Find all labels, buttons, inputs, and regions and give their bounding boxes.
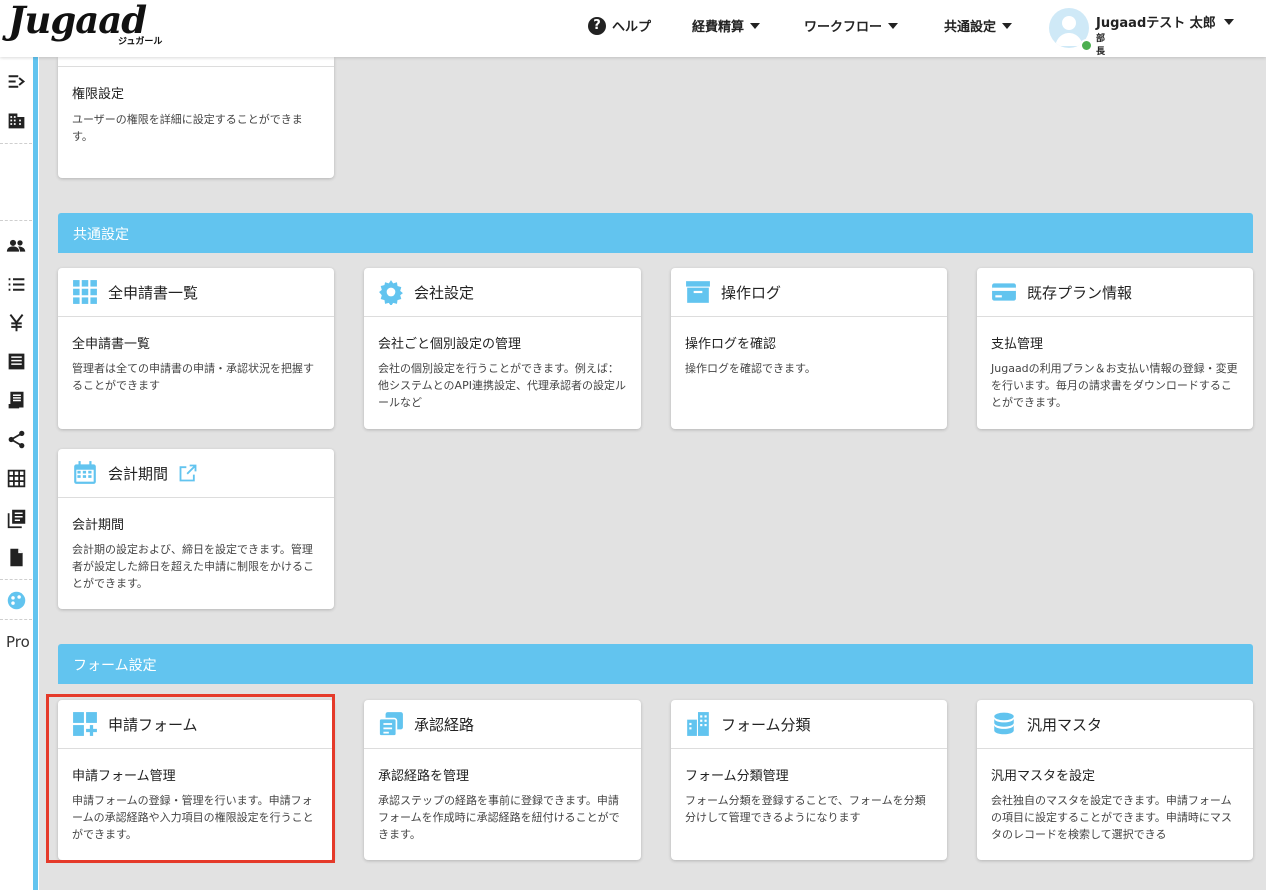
palette-icon[interactable] xyxy=(6,590,27,611)
ledger-icon[interactable] xyxy=(6,351,27,372)
permission-settings-card[interactable]: 権限設定 ユーザーの権限を詳細に設定することができます。 xyxy=(58,57,334,178)
external-link-icon[interactable] xyxy=(178,463,198,483)
user-name-label: Jugaadテスト 太郎 xyxy=(1096,16,1216,31)
card-all-applications[interactable]: 全申請書一覧 全申請書一覧 管理者は全ての申請書の申請・承認状況を把握することが… xyxy=(58,268,334,429)
receipt-icon[interactable] xyxy=(6,390,27,411)
building-icon[interactable] xyxy=(6,110,27,131)
card-company-settings[interactable]: 会社設定 会社ごと個別設定の管理 会社の個別設定を行うことができます。例えば：他… xyxy=(364,268,641,429)
card-header: フォーム分類 xyxy=(671,700,947,749)
help-label: ヘルプ xyxy=(612,20,652,35)
route-icon xyxy=(378,712,403,737)
card-description: Jugaadの利用プラン＆お支払い情報の登録・変更を行います。毎月の請求書をダウ… xyxy=(991,362,1238,409)
card-description: 会計期の設定および、締日を設定できます。管理者が設定した締日を超えた申請に制限を… xyxy=(72,543,314,590)
card-header: 全申請書一覧 xyxy=(58,268,334,317)
card-description: フォーム分類を登録することで、フォームを分類分けして管理できるようになります xyxy=(685,794,926,824)
grid-icon[interactable] xyxy=(6,468,27,489)
card-divider xyxy=(58,66,334,67)
share-icon[interactable] xyxy=(6,429,27,450)
card-general-master[interactable]: 汎用マスタ 汎用マスタを設定 会社独自のマスタを設定できます。申請フォームの項目… xyxy=(977,700,1253,860)
card-subtitle: 権限設定 xyxy=(72,87,125,102)
card-subtitle: 承認経路を管理 xyxy=(378,769,470,784)
document-icon[interactable] xyxy=(6,547,27,568)
card-title: 既存プラン情報 xyxy=(1027,283,1133,302)
card-title: フォーム分類 xyxy=(721,715,811,734)
section-header-form: フォーム設定 xyxy=(58,644,1253,684)
logo-subtext: ジュガール xyxy=(118,37,163,47)
online-status-icon xyxy=(1080,39,1093,52)
card-header: 会計期間 xyxy=(58,449,334,498)
common-settings-menu[interactable]: 共通設定 xyxy=(944,16,1013,35)
card-description: 操作ログを確認できます。 xyxy=(685,362,816,375)
sidebar: Pro xyxy=(0,57,39,890)
card-subtitle: 会社ごと個別設定の管理 xyxy=(378,337,522,352)
workflow-label: ワークフロー xyxy=(804,20,883,35)
card-title: 操作ログ xyxy=(721,283,782,302)
card-description: ユーザーの権限を詳細に設定することができます。 xyxy=(72,113,303,143)
caret-down-icon xyxy=(1223,18,1234,25)
card-description: 承認ステップの経路を事前に登録できます。申請フォームを作成時に承認経路を紐付ける… xyxy=(378,794,620,841)
caret-down-icon xyxy=(1002,22,1013,29)
users-icon[interactable] xyxy=(6,235,27,256)
calendar-icon xyxy=(74,461,96,484)
card-header: 既存プラン情報 xyxy=(977,268,1253,317)
yen-icon[interactable] xyxy=(6,312,27,333)
user-role: 部長 xyxy=(1096,34,1106,57)
card-form-category[interactable]: フォーム分類 フォーム分類管理 フォーム分類を登録することで、フォームを分類分け… xyxy=(671,700,947,860)
card-header: 承認経路 xyxy=(364,700,641,749)
card-subtitle: 会計期間 xyxy=(72,518,125,533)
card-description: 管理者は全ての申請書の申請・承認状況を把握することができます xyxy=(72,362,314,392)
library-icon[interactable] xyxy=(6,508,27,529)
card-accounting-period[interactable]: 会計期間 会計期間 会計期の設定および、締日を設定できます。管理者が設定した締日… xyxy=(58,449,334,609)
sidebar-divider xyxy=(0,579,32,580)
expense-label: 経費精算 xyxy=(692,20,745,35)
caret-down-icon xyxy=(750,22,761,29)
archive-icon xyxy=(686,281,710,303)
card-operation-log[interactable]: 操作ログ 操作ログを確認 操作ログを確認できます。 xyxy=(671,268,947,429)
sidebar-divider xyxy=(0,143,32,144)
help-menu[interactable]: ? ヘルプ xyxy=(588,16,651,35)
section-title: 共通設定 xyxy=(73,227,129,243)
card-subtitle: 全申請書一覧 xyxy=(72,337,151,352)
user-name: Jugaadテスト 太郎 xyxy=(1096,12,1234,31)
card-subtitle: 支払管理 xyxy=(991,337,1044,352)
card-plan-info[interactable]: 既存プラン情報 支払管理 Jugaadの利用プラン＆お支払い情報の登録・変更を行… xyxy=(977,268,1253,429)
sidebar-truncated-label[interactable]: Pro xyxy=(6,633,33,651)
card-title: 汎用マスタ xyxy=(1027,715,1103,734)
card-header: 操作ログ xyxy=(671,268,947,317)
sidebar-accent-line xyxy=(33,57,38,890)
card-subtitle: 操作ログを確認 xyxy=(685,337,777,352)
card-header: 会社設定 xyxy=(364,268,641,317)
help-icon: ? xyxy=(588,16,606,35)
card-header: 汎用マスタ xyxy=(977,700,1253,749)
sidebar-divider xyxy=(0,619,32,620)
card-title: 会計期間 xyxy=(108,464,169,483)
menu-collapse-icon[interactable] xyxy=(6,71,27,92)
jugaad-logo[interactable]: Jugaad ジュガール xyxy=(8,0,162,47)
card-title: 会社設定 xyxy=(414,283,475,302)
caret-down-icon xyxy=(888,22,899,29)
workflow-menu[interactable]: ワークフロー xyxy=(804,16,899,35)
gear-icon xyxy=(379,280,403,305)
list-icon[interactable] xyxy=(6,274,27,295)
card-subtitle: フォーム分類管理 xyxy=(685,769,789,784)
expense-menu[interactable]: 経費精算 xyxy=(692,16,761,35)
card-title: 全申請書一覧 xyxy=(108,283,199,302)
card-approval-route[interactable]: 承認経路 承認経路を管理 承認ステップの経路を事前に登録できます。申請フォームを… xyxy=(364,700,641,860)
credit-card-icon xyxy=(992,283,1016,301)
category-icon xyxy=(687,712,709,736)
section-header-common: 共通設定 xyxy=(58,213,1253,253)
apps-grid-icon xyxy=(73,280,97,304)
common-settings-label: 共通設定 xyxy=(944,20,997,35)
card-title: 承認経路 xyxy=(414,715,475,734)
section-title: フォーム設定 xyxy=(73,658,157,674)
card-description: 会社の個別設定を行うことができます。例えば：他システムとのAPI連携設定、代理承… xyxy=(378,362,626,409)
card-subtitle: 汎用マスタを設定 xyxy=(991,769,1096,784)
top-header: Jugaad ジュガール ? ヘルプ 経費精算 ワークフロー 共通設定 Juga… xyxy=(0,0,1266,57)
card-description: 会社独自のマスタを設定できます。申請フォームの項目に設定することができます。申請… xyxy=(991,794,1232,841)
highlight-box xyxy=(46,694,335,863)
database-icon xyxy=(994,712,1014,735)
sidebar-divider xyxy=(0,220,32,221)
